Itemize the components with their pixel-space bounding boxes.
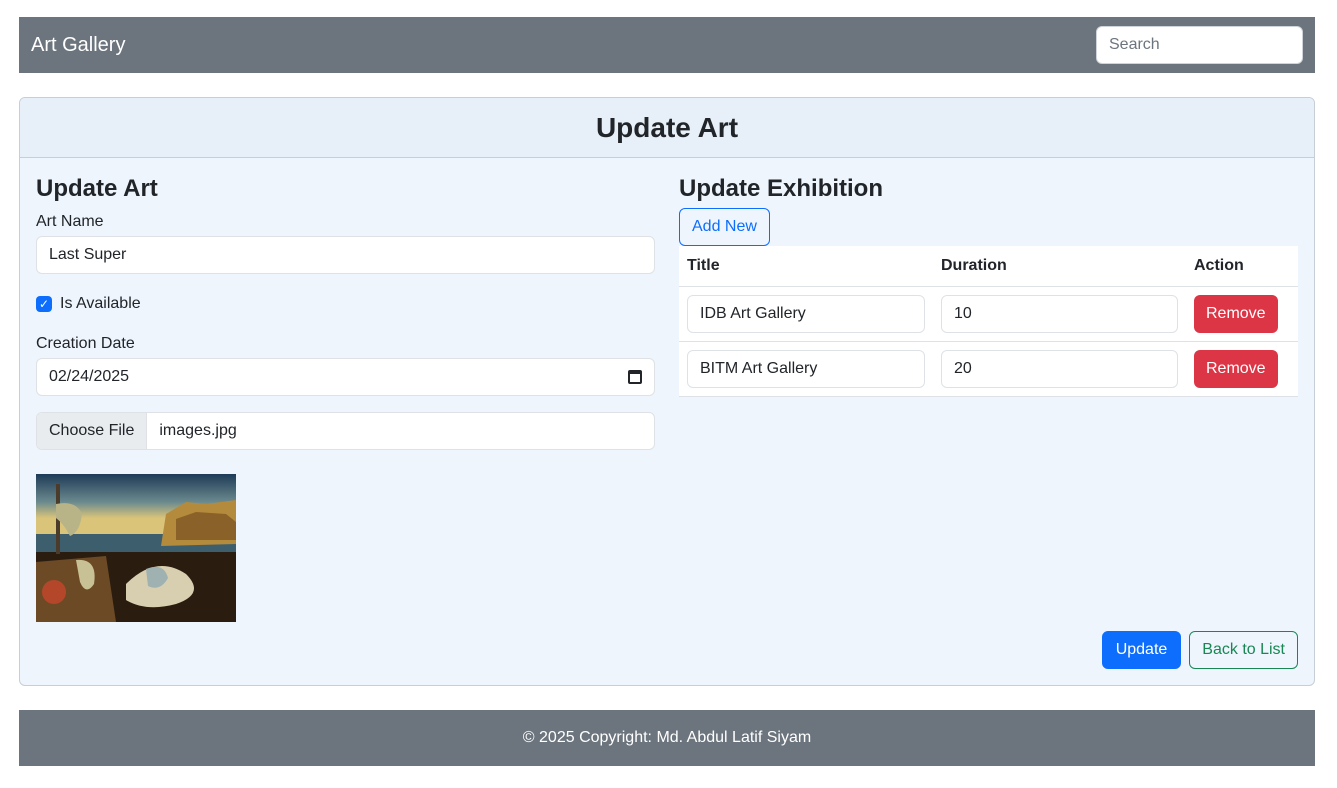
is-available-row: ✓ Is Available: [36, 294, 656, 314]
exhibition-title-input[interactable]: IDB Art Gallery: [687, 294, 925, 333]
search-input[interactable]: [1096, 26, 1303, 64]
art-form: Update Art Art Name Last Super ✓ Is Avai…: [36, 174, 656, 622]
exhibition-table: Title Duration Action IDB Art Gallery 10…: [679, 246, 1298, 397]
exhibition-section: Update Exhibition Add New Title Duration…: [679, 174, 1299, 397]
art-section-title: Update Art: [36, 175, 158, 202]
file-name: images.jpg: [159, 422, 237, 439]
header-action: Action: [1186, 246, 1298, 287]
creation-date-input[interactable]: 02/24/2025: [36, 358, 655, 396]
exhibition-duration-input[interactable]: 10: [941, 294, 1178, 333]
exhibition-title-value: BITM Art Gallery: [700, 359, 818, 377]
creation-date-label: Creation Date: [36, 335, 135, 352]
footer-copyright: © 2025 Copyright: Md. Abdul Latif Siyam: [522, 729, 812, 746]
calendar-icon[interactable]: [628, 370, 642, 384]
table-row: IDB Art Gallery 10 Remove: [679, 286, 1298, 342]
navbar: Art Gallery: [19, 17, 1315, 73]
exhibition-title-value: IDB Art Gallery: [700, 304, 806, 322]
add-new-button[interactable]: Add New: [679, 208, 770, 246]
choose-file-button[interactable]: Choose File: [37, 413, 148, 449]
back-to-list-button[interactable]: Back to List: [1189, 631, 1298, 669]
art-name-label: Art Name: [36, 213, 104, 230]
exhibition-duration-value: 10: [954, 304, 972, 322]
art-name-value: Last Super: [49, 246, 127, 263]
image-file-input[interactable]: Choose File images.jpg: [36, 412, 655, 450]
exhibition-duration-value: 20: [954, 359, 972, 377]
form-actions: Update Back to List: [1101, 631, 1298, 669]
card-header: Update Art: [20, 98, 1314, 158]
art-name-input[interactable]: Last Super: [36, 236, 655, 274]
table-header-row: Title Duration Action: [679, 246, 1298, 287]
update-art-card: Update Art Update Art Art Name Last Supe…: [19, 97, 1315, 686]
creation-date-value: 02/24/2025: [49, 368, 130, 385]
art-preview-image: [36, 474, 236, 622]
is-available-checkbox[interactable]: ✓: [36, 296, 52, 312]
brand-link[interactable]: Art Gallery: [31, 34, 125, 57]
header-title: Title: [679, 246, 933, 287]
footer: © 2025 Copyright: Md. Abdul Latif Siyam: [19, 710, 1315, 766]
exhibition-title-input[interactable]: BITM Art Gallery: [687, 349, 925, 388]
exhibition-duration-input[interactable]: 20: [941, 349, 1178, 388]
remove-button[interactable]: Remove: [1194, 294, 1278, 333]
is-available-label: Is Available: [60, 295, 141, 312]
table-row: BITM Art Gallery 20 Remove: [679, 341, 1298, 397]
header-duration: Duration: [933, 246, 1186, 287]
page-title: Update Art: [595, 111, 739, 143]
update-button[interactable]: Update: [1101, 631, 1182, 669]
exhibition-section-title: Update Exhibition: [679, 175, 883, 202]
remove-button[interactable]: Remove: [1194, 349, 1278, 388]
